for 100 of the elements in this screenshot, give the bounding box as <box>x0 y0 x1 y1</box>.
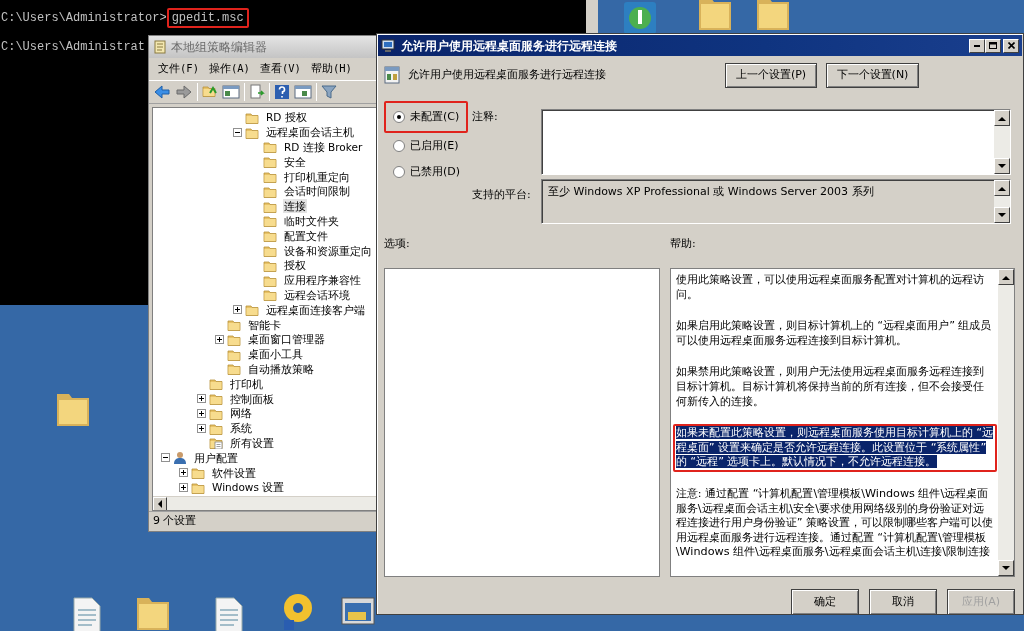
folder-icon[interactable] <box>755 0 791 32</box>
expand-button[interactable] <box>197 394 206 404</box>
tree-label[interactable]: 连接 <box>283 199 307 214</box>
up-arrow-icon[interactable] <box>998 115 1006 121</box>
folder-icon <box>263 214 277 228</box>
collapse-button[interactable] <box>233 127 242 137</box>
nav-button[interactable]: 上一个设置(P) <box>725 63 817 88</box>
menu-item[interactable]: 帮助(H) <box>305 61 357 77</box>
tree-label[interactable]: 安全 <box>283 154 307 169</box>
settings-folder-icon <box>209 436 223 450</box>
tree-label[interactable]: 设备和资源重定向 <box>283 243 373 258</box>
expand-button[interactable] <box>215 334 224 344</box>
maximize-icon <box>989 42 997 49</box>
tree-label[interactable]: 临时文件夹 <box>283 213 340 228</box>
radio-button[interactable]: 已禁用(D) <box>384 159 468 185</box>
folder-icon <box>263 288 277 302</box>
folder-up-icon[interactable] <box>202 84 218 100</box>
user-icon <box>173 451 187 465</box>
tree-label[interactable]: 打印机重定向 <box>283 169 351 184</box>
section-label: 选项: <box>384 236 411 252</box>
collapse-button[interactable] <box>161 453 170 463</box>
minimize-icon <box>974 44 980 47</box>
folder-icon <box>227 318 241 332</box>
expand-button[interactable] <box>179 468 188 477</box>
expand-button[interactable] <box>197 423 206 433</box>
folder-icon <box>263 184 277 198</box>
tree-label[interactable]: 软件设置 <box>211 465 257 480</box>
tree-label[interactable]: 远程桌面会话主机 <box>265 125 355 140</box>
tree-label[interactable]: RD 授权 <box>265 110 308 125</box>
folder-icon <box>245 125 259 139</box>
tree-label[interactable]: 网络 <box>229 406 253 421</box>
folder-icon <box>209 421 223 435</box>
panel-icon[interactable] <box>222 84 240 100</box>
tree-label[interactable]: RD 连接 Broker <box>283 140 364 154</box>
menu-item[interactable]: 操作(A) <box>203 61 255 77</box>
folder-icon <box>263 155 277 169</box>
tree-label[interactable]: 自动播放策略 <box>247 361 315 376</box>
tree-label[interactable]: 配置文件 <box>283 228 329 243</box>
down-arrow-icon[interactable] <box>1002 565 1010 571</box>
expand-button[interactable] <box>233 305 242 315</box>
tree-label[interactable]: 远程会话环境 <box>283 287 351 302</box>
tree-label[interactable]: 应用程序兼容性 <box>283 273 362 288</box>
tree-label[interactable]: 智能卡 <box>247 317 282 332</box>
tree-label[interactable]: 远程桌面连接客户端 <box>265 302 366 317</box>
menu-item[interactable]: 查看(V) <box>254 61 306 77</box>
dialog-button[interactable]: 确定 <box>791 589 859 615</box>
help-paragraph: 使用此策略设置，可以使用远程桌面服务配置对计算机的远程访问。 <box>674 272 985 303</box>
down-arrow-icon[interactable] <box>998 212 1006 218</box>
folder-icon <box>263 170 277 184</box>
folder-icon[interactable] <box>697 0 733 32</box>
tree-label[interactable]: 用户配置 <box>193 450 239 465</box>
tree-label[interactable]: 会话时间限制 <box>283 184 351 199</box>
tree-label[interactable]: 控制面板 <box>229 391 275 406</box>
tree-label[interactable]: Windows 设置 <box>211 480 286 495</box>
tree-label[interactable]: 桌面窗口管理器 <box>247 332 326 347</box>
tree-label[interactable]: 桌面小工具 <box>247 347 304 362</box>
forward-arrow-icon[interactable] <box>175 84 193 100</box>
expand-button[interactable] <box>179 482 188 492</box>
tree-label[interactable]: 打印机 <box>229 376 264 391</box>
maximize-button[interactable] <box>985 38 1001 53</box>
folder-icon <box>191 480 205 494</box>
up-arrow-icon[interactable] <box>1002 274 1010 280</box>
prompt-text: C:\Users\Administrator> <box>1 11 167 25</box>
dialog-button[interactable]: 取消 <box>869 589 937 615</box>
window-title: 本地组策略编辑器 <box>171 39 267 56</box>
folder-icon <box>209 406 223 420</box>
expand-button[interactable] <box>197 408 206 418</box>
down-arrow-icon[interactable] <box>998 163 1006 169</box>
radio-button[interactable]: 已启用(E) <box>384 133 468 159</box>
folder-icon <box>263 140 277 154</box>
folder-icon <box>245 110 259 124</box>
radio-button[interactable]: 未配置(C) <box>384 101 468 133</box>
left-arrow-icon[interactable] <box>157 500 163 508</box>
close-button[interactable] <box>1003 38 1019 53</box>
help-icon[interactable] <box>274 84 290 100</box>
back-arrow-icon[interactable] <box>153 84 171 100</box>
export-icon[interactable] <box>249 84 265 100</box>
folder-icon <box>209 392 223 406</box>
help-paragraph: 注意: 通过配置 “计算机配置\管理模板\Windows 组件\远程桌面服务\远程桌面会话主机\安全\要求使用网络级别的身份验证对远程连接进行用户身份验证” 策略设置，可以限制哪些客户端可以使用远程桌面服务进行远程连接。通过配置 “计算机配置\管理模板\Windows 组件\远程桌面服务\远程桌面会话主机\连接\限制连接 <box>674 485 995 561</box>
tree-label[interactable]: 所有设置 <box>229 435 275 450</box>
folder-icon <box>245 303 259 317</box>
up-arrow-icon[interactable] <box>998 185 1006 191</box>
nav-button[interactable]: 下一个设置(N) <box>826 63 919 88</box>
properties-icon[interactable] <box>294 84 312 100</box>
folder-icon <box>227 332 241 346</box>
folder-icon <box>263 199 277 213</box>
comment-field[interactable] <box>541 109 1011 175</box>
tree-label[interactable]: 授权 <box>283 258 307 273</box>
tree-label[interactable]: 系统 <box>229 421 253 436</box>
prompt-text: C:\Users\Administrat <box>1 40 146 54</box>
computer-icon <box>381 38 397 53</box>
help-paragraph: 如果禁用此策略设置，则用户无法使用远程桌面服务远程连接到目标计算机。目标计算机将保持当前的所有连接，但不会接受任何新传入的连接。 <box>674 364 985 410</box>
filter-icon[interactable] <box>321 84 337 100</box>
folder-icon <box>227 362 241 376</box>
folder-icon <box>191 466 205 479</box>
minimize-button[interactable] <box>969 38 985 53</box>
folder-icon <box>263 244 277 258</box>
menu-item[interactable]: 文件(F) <box>153 61 204 77</box>
field-label: 注释: <box>472 109 499 125</box>
folder-icon <box>263 273 277 287</box>
